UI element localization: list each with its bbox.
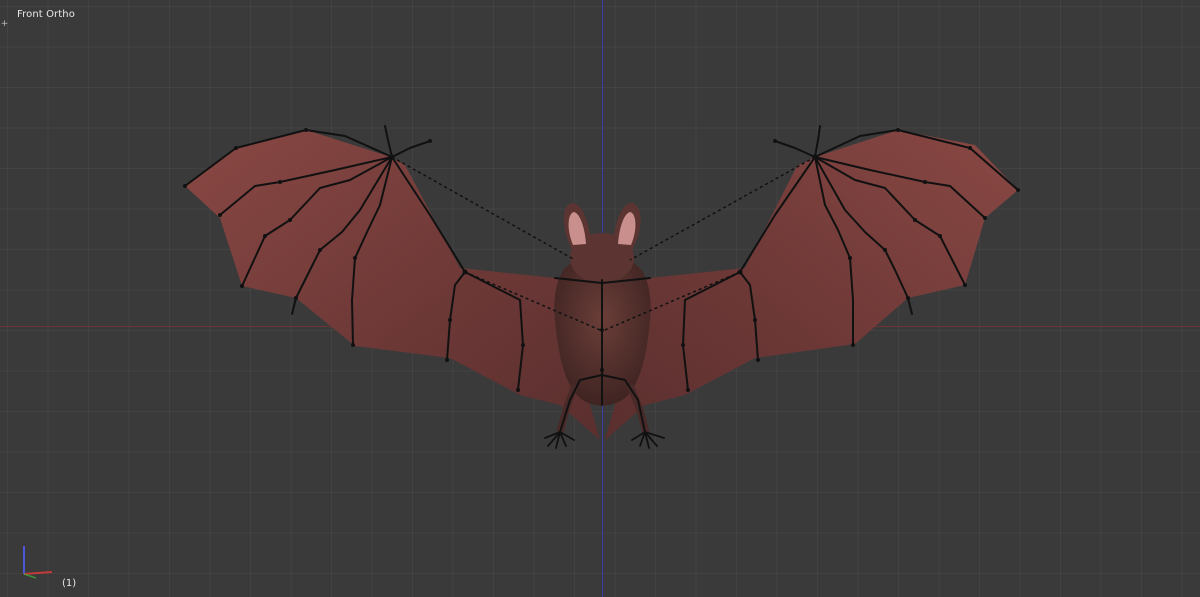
plus-icon[interactable]: + (0, 20, 9, 29)
view-mode-label: Front Ortho (17, 9, 75, 20)
right-wing (605, 130, 1018, 440)
bat-feet (544, 431, 665, 449)
3d-viewport[interactable]: Front Ortho + (1) (0, 0, 1200, 597)
bat-model[interactable] (0, 0, 1200, 597)
frame-indicator: (1) (62, 578, 77, 589)
left-wing (185, 130, 600, 440)
axis-gizmo-icon (23, 546, 53, 579)
